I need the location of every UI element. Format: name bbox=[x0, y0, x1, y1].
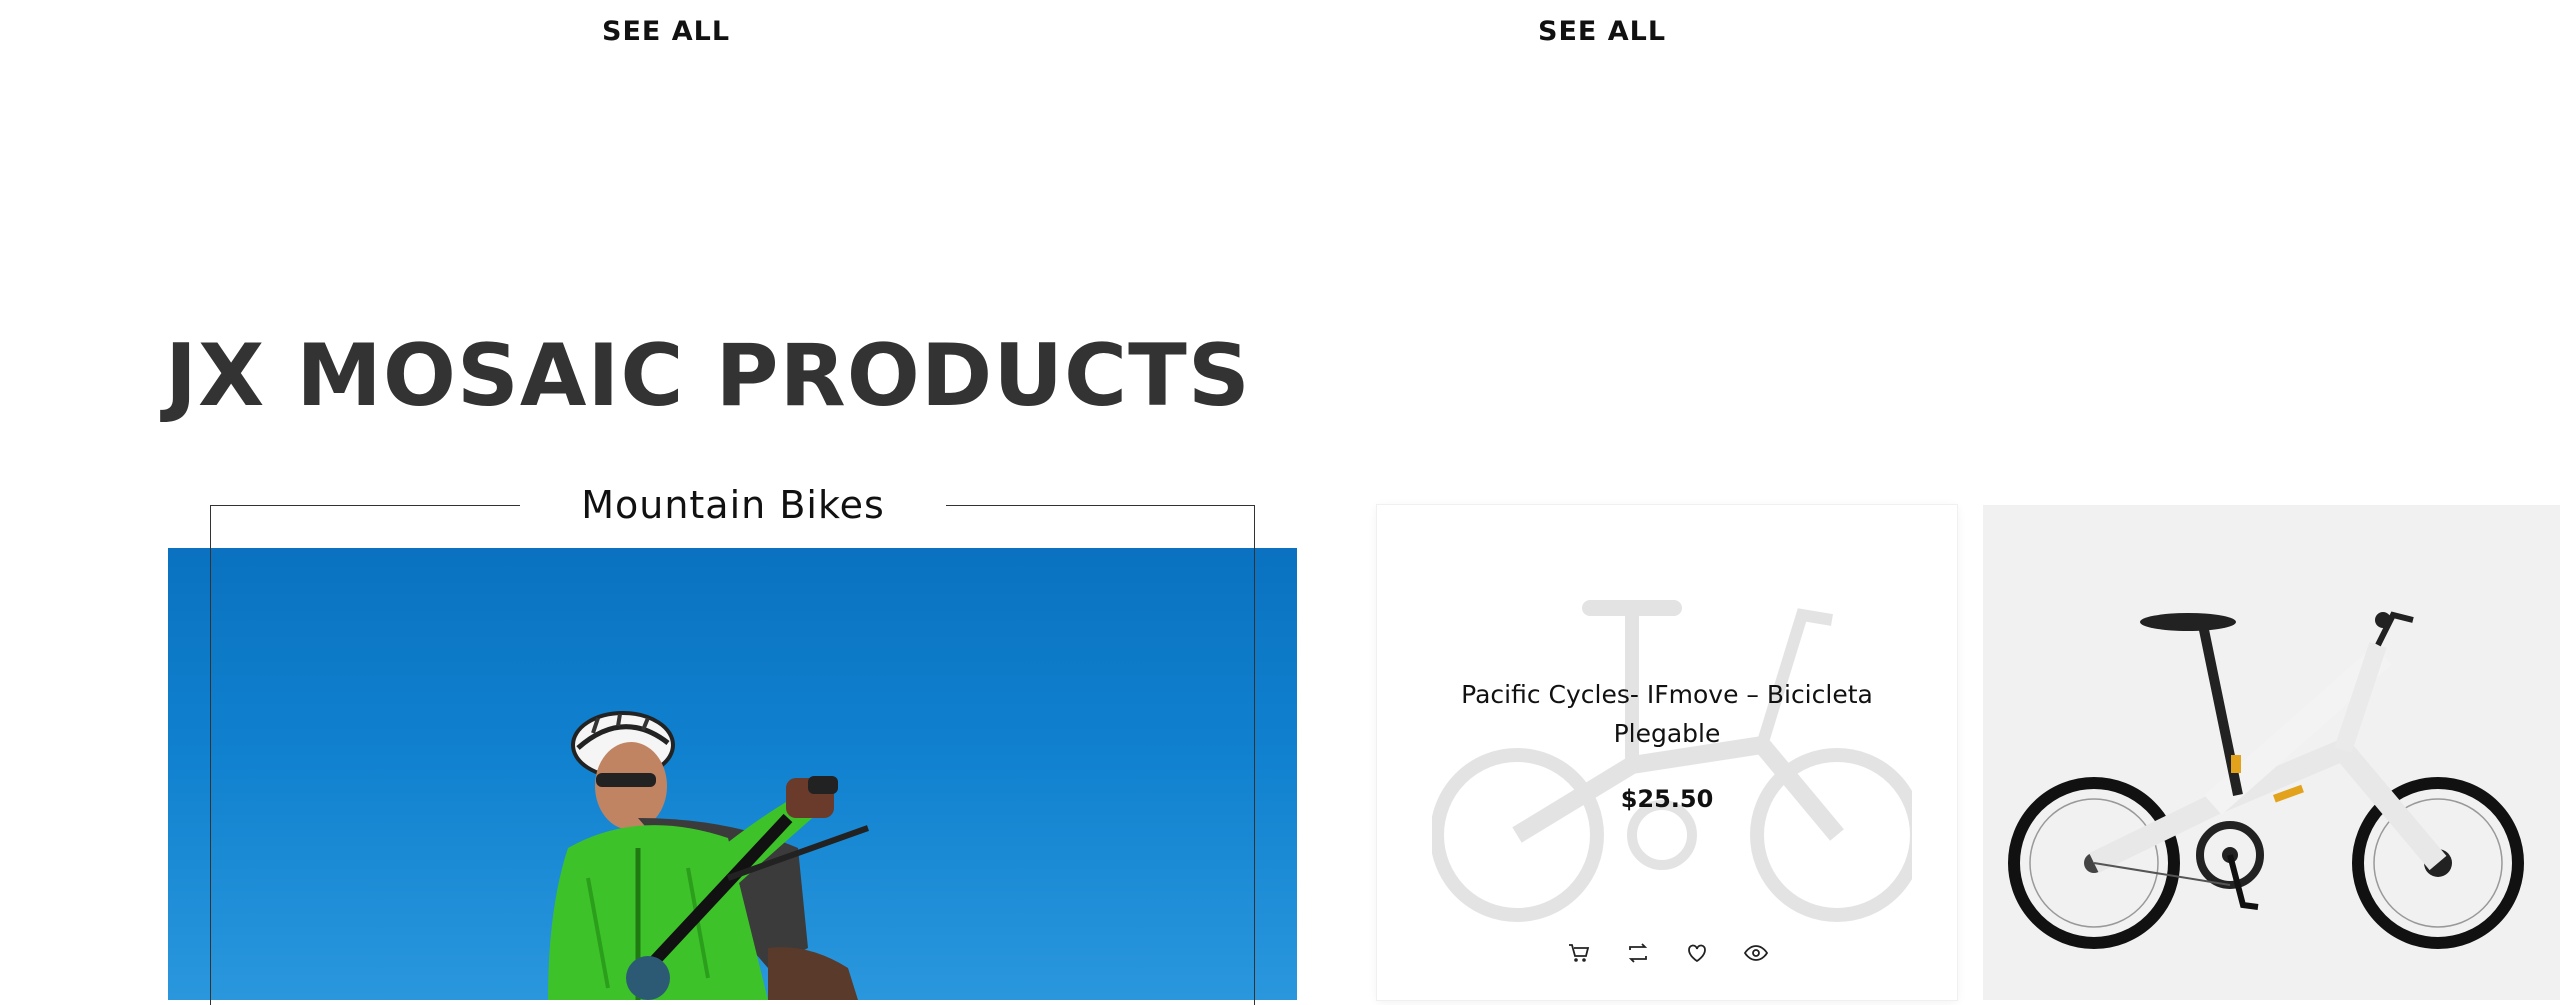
cart-icon[interactable] bbox=[1566, 940, 1592, 966]
see-all-link[interactable]: SEE ALL bbox=[1538, 16, 1666, 47]
product-actions bbox=[1377, 940, 1957, 966]
folding-bike-image bbox=[2008, 611, 2524, 949]
product-image-faded bbox=[1432, 600, 1912, 922]
product-photo[interactable] bbox=[1983, 505, 2560, 1000]
cyclist-image bbox=[548, 711, 870, 1000]
banner-label: Mountain Bikes bbox=[581, 483, 885, 527]
product-price: $25.50 bbox=[1620, 785, 1714, 813]
wishlist-heart-icon[interactable] bbox=[1684, 940, 1710, 966]
product-card[interactable]: Pacific Cycles- IFmove – Bicicleta Plega… bbox=[1377, 505, 1957, 1000]
product-name[interactable]: Pacific Cycles- IFmove – Bicicleta Plega… bbox=[1437, 675, 1897, 753]
banner-label-box: Mountain Bikes bbox=[520, 474, 946, 536]
compare-icon[interactable] bbox=[1625, 940, 1651, 966]
see-all-link[interactable]: SEE ALL bbox=[602, 16, 730, 47]
section-title: JX MOSAIC PRODUCTS bbox=[165, 326, 1251, 426]
quick-view-eye-icon[interactable] bbox=[1743, 940, 1769, 966]
mountain-bikes-banner[interactable] bbox=[168, 548, 1297, 1000]
